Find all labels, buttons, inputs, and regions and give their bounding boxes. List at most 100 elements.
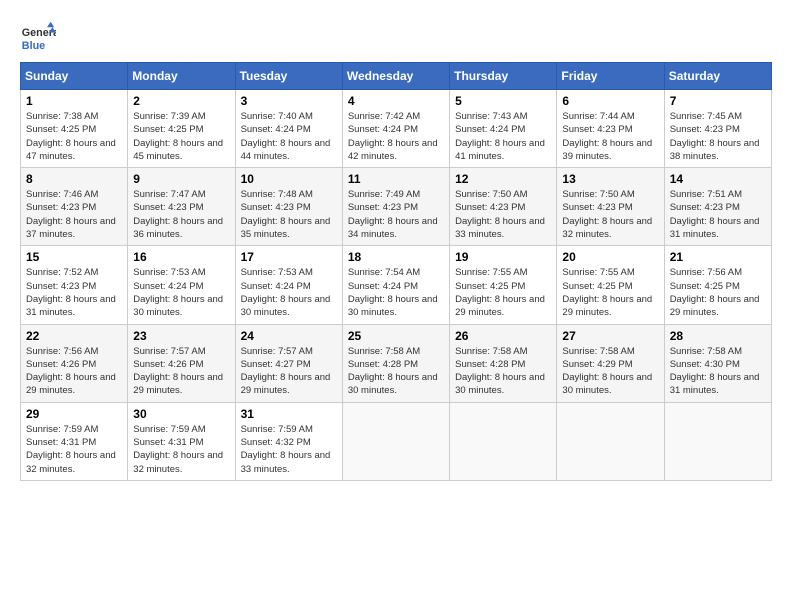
day-number: 4 [348,94,444,108]
sunset-label: Sunset: [348,281,383,292]
day-number: 9 [133,172,229,186]
weekday-header: Thursday [450,63,557,90]
daylight-label: Daylight: 8 hours and 32 minutes. [133,450,223,474]
sunrise-label: Sunrise: [26,424,64,435]
sunrise-value: 7:47 AM [171,189,206,200]
weekday-header: Monday [128,63,235,90]
day-number: 20 [562,250,658,264]
calendar-day-cell [557,402,664,480]
sunset-label: Sunset: [26,359,61,370]
sunrise-value: 7:57 AM [278,346,313,357]
calendar-day-cell: 12 Sunrise: 7:50 AM Sunset: 4:23 PM Dayl… [450,168,557,246]
calendar-day-cell: 26 Sunrise: 7:58 AM Sunset: 4:28 PM Dayl… [450,324,557,402]
sunset-value: 4:26 PM [61,359,96,370]
daylight-label: Daylight: 8 hours and 29 minutes. [455,294,545,318]
calendar-day-cell: 16 Sunrise: 7:53 AM Sunset: 4:24 PM Dayl… [128,246,235,324]
sunset-label: Sunset: [455,281,490,292]
day-info: Sunrise: 7:44 AM Sunset: 4:23 PM Dayligh… [562,110,658,163]
sunrise-value: 7:57 AM [171,346,206,357]
daylight-label: Daylight: 8 hours and 45 minutes. [133,138,223,162]
sunrise-label: Sunrise: [26,267,64,278]
sunrise-value: 7:51 AM [707,189,742,200]
sunset-value: 4:28 PM [383,359,418,370]
sunrise-value: 7:42 AM [385,111,420,122]
day-number: 10 [241,172,337,186]
sunset-value: 4:24 PM [383,281,418,292]
calendar-day-cell: 17 Sunrise: 7:53 AM Sunset: 4:24 PM Dayl… [235,246,342,324]
calendar-day-cell: 14 Sunrise: 7:51 AM Sunset: 4:23 PM Dayl… [664,168,771,246]
day-number: 8 [26,172,122,186]
sunset-label: Sunset: [133,124,168,135]
day-number: 30 [133,407,229,421]
sunrise-label: Sunrise: [26,189,64,200]
daylight-label: Daylight: 8 hours and 32 minutes. [562,216,652,240]
day-info: Sunrise: 7:58 AM Sunset: 4:30 PM Dayligh… [670,345,766,398]
sunrise-value: 7:43 AM [493,111,528,122]
day-info: Sunrise: 7:42 AM Sunset: 4:24 PM Dayligh… [348,110,444,163]
sunrise-label: Sunrise: [455,267,493,278]
calendar-day-cell: 31 Sunrise: 7:59 AM Sunset: 4:32 PM Dayl… [235,402,342,480]
sunset-value: 4:25 PM [597,281,632,292]
sunrise-value: 7:55 AM [600,267,635,278]
sunrise-value: 7:44 AM [600,111,635,122]
daylight-label: Daylight: 8 hours and 35 minutes. [241,216,331,240]
sunrise-label: Sunrise: [26,111,64,122]
logo-icon: General Blue [20,20,56,56]
day-info: Sunrise: 7:50 AM Sunset: 4:23 PM Dayligh… [455,188,551,241]
weekday-header: Friday [557,63,664,90]
daylight-label: Daylight: 8 hours and 41 minutes. [455,138,545,162]
day-number: 12 [455,172,551,186]
sunset-value: 4:23 PM [597,202,632,213]
sunset-label: Sunset: [26,281,61,292]
sunset-value: 4:29 PM [597,359,632,370]
sunset-label: Sunset: [562,124,597,135]
sunrise-value: 7:38 AM [64,111,99,122]
daylight-label: Daylight: 8 hours and 30 minutes. [455,372,545,396]
calendar-week-row: 29 Sunrise: 7:59 AM Sunset: 4:31 PM Dayl… [21,402,772,480]
sunset-label: Sunset: [670,281,705,292]
calendar-day-cell: 11 Sunrise: 7:49 AM Sunset: 4:23 PM Dayl… [342,168,449,246]
sunset-value: 4:23 PM [383,202,418,213]
sunset-value: 4:28 PM [490,359,525,370]
sunset-label: Sunset: [26,124,61,135]
daylight-label: Daylight: 8 hours and 31 minutes. [670,216,760,240]
sunrise-value: 7:49 AM [385,189,420,200]
sunset-value: 4:24 PM [275,281,310,292]
sunset-value: 4:31 PM [168,437,203,448]
sunrise-value: 7:52 AM [64,267,99,278]
daylight-label: Daylight: 8 hours and 29 minutes. [26,372,116,396]
day-info: Sunrise: 7:58 AM Sunset: 4:28 PM Dayligh… [348,345,444,398]
sunrise-label: Sunrise: [562,111,600,122]
day-number: 23 [133,329,229,343]
sunset-value: 4:26 PM [168,359,203,370]
sunset-value: 4:23 PM [597,124,632,135]
sunrise-value: 7:56 AM [64,346,99,357]
sunrise-label: Sunrise: [26,346,64,357]
day-info: Sunrise: 7:49 AM Sunset: 4:23 PM Dayligh… [348,188,444,241]
sunset-value: 4:23 PM [61,281,96,292]
daylight-label: Daylight: 8 hours and 30 minutes. [133,294,223,318]
calendar-week-row: 1 Sunrise: 7:38 AM Sunset: 4:25 PM Dayli… [21,90,772,168]
daylight-label: Daylight: 8 hours and 31 minutes. [26,294,116,318]
sunset-label: Sunset: [133,359,168,370]
calendar-day-cell: 30 Sunrise: 7:59 AM Sunset: 4:31 PM Dayl… [128,402,235,480]
sunrise-label: Sunrise: [241,267,279,278]
day-number: 29 [26,407,122,421]
day-info: Sunrise: 7:48 AM Sunset: 4:23 PM Dayligh… [241,188,337,241]
sunset-label: Sunset: [26,437,61,448]
calendar-day-cell: 18 Sunrise: 7:54 AM Sunset: 4:24 PM Dayl… [342,246,449,324]
sunrise-value: 7:53 AM [171,267,206,278]
day-number: 31 [241,407,337,421]
calendar-week-row: 15 Sunrise: 7:52 AM Sunset: 4:23 PM Dayl… [21,246,772,324]
sunset-label: Sunset: [241,281,276,292]
daylight-label: Daylight: 8 hours and 29 minutes. [241,372,331,396]
day-number: 1 [26,94,122,108]
sunrise-value: 7:40 AM [278,111,313,122]
day-number: 7 [670,94,766,108]
sunset-label: Sunset: [241,359,276,370]
day-info: Sunrise: 7:51 AM Sunset: 4:23 PM Dayligh… [670,188,766,241]
sunset-label: Sunset: [670,202,705,213]
calendar-day-cell: 20 Sunrise: 7:55 AM Sunset: 4:25 PM Dayl… [557,246,664,324]
daylight-label: Daylight: 8 hours and 38 minutes. [670,138,760,162]
sunset-value: 4:23 PM [275,202,310,213]
